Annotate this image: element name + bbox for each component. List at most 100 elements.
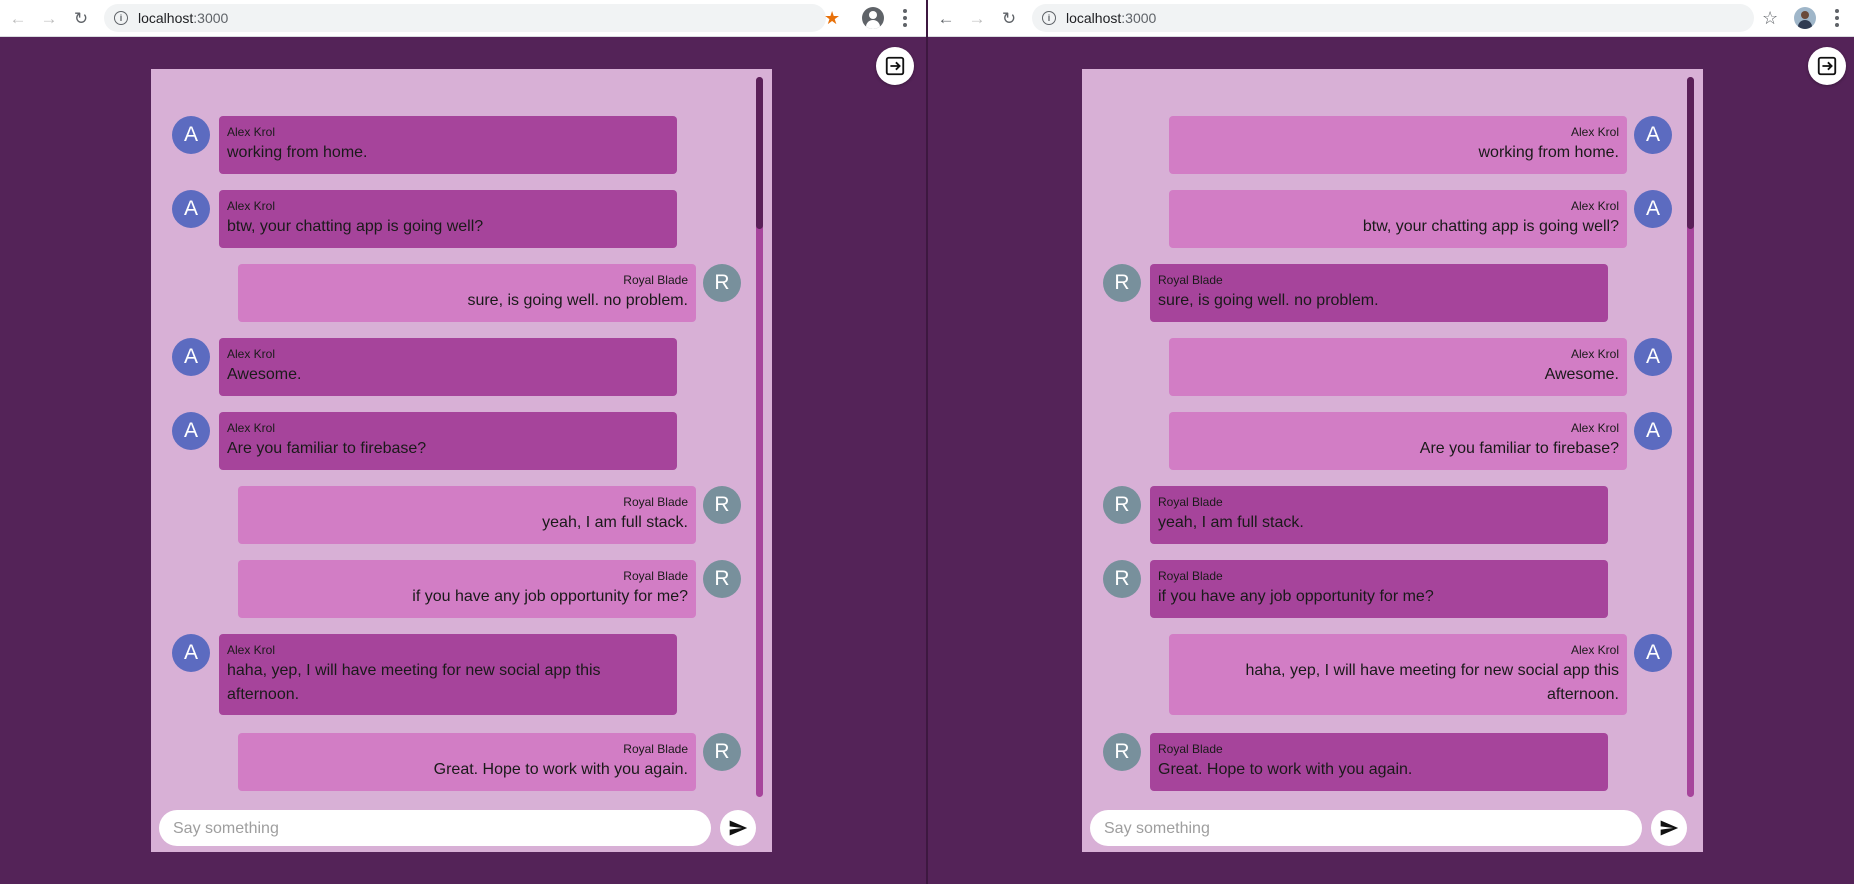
bookmark-star-icon[interactable]: ☆	[1762, 6, 1778, 30]
message-row: R Royal Blade yeah, I am full stack.	[151, 486, 751, 544]
send-button[interactable]	[1651, 810, 1687, 846]
message-text: yeah, I am full stack.	[1158, 514, 1304, 531]
message-bubble: Royal Blade sure, is going well. no probl…	[238, 264, 696, 322]
address-bar[interactable]: i localhost:3000	[104, 4, 826, 32]
message-sender: Alex Krol	[227, 421, 276, 435]
message-row: A Alex Krol working from home.	[1082, 116, 1682, 174]
message-text: btw, your chatting app is going well?	[1362, 218, 1619, 235]
message-text: haha, yep, I will have meeting for new s…	[1245, 662, 1619, 703]
user-avatar: R	[703, 486, 741, 524]
scrollbar-thumb[interactable]	[1687, 77, 1694, 229]
message-row: R Royal Blade yeah, I am full stack.	[1082, 486, 1682, 544]
profile-avatar-icon[interactable]	[862, 7, 884, 29]
user-avatar: R	[703, 733, 741, 771]
user-avatar: R	[703, 264, 741, 302]
message-text: Awesome.	[227, 366, 302, 383]
send-button[interactable]	[720, 810, 756, 846]
message-bubble: Alex Krol Awesome.	[1169, 338, 1627, 396]
back-arrow-icon[interactable]: ←	[6, 6, 30, 30]
message-text: Awesome.	[1544, 366, 1619, 383]
message-scrollbar[interactable]	[1687, 77, 1694, 797]
message-sender: Royal Blade	[1158, 495, 1223, 509]
user-avatar: A	[1634, 116, 1672, 154]
message-row: R Royal Blade if you have any job opportun…	[151, 560, 751, 618]
logout-button[interactable]	[1808, 47, 1846, 85]
logout-button[interactable]	[876, 47, 914, 85]
user-avatar: R	[703, 560, 741, 598]
exit-icon	[1817, 56, 1837, 76]
profile-avatar-icon[interactable]	[1794, 7, 1816, 29]
message-bubble: Alex Krol Are you familiar to firebase?	[219, 412, 677, 470]
message-bubble: Royal Blade Great. Hope to work with you …	[238, 733, 696, 791]
message-text: Great. Hope to work with you again.	[433, 761, 688, 778]
user-avatar: A	[1634, 190, 1672, 228]
message-sender: Royal Blade	[623, 495, 688, 509]
message-sender: Royal Blade	[1158, 273, 1223, 287]
reload-icon[interactable]: ↻	[69, 6, 93, 30]
bookmark-star-icon[interactable]: ★	[824, 6, 840, 30]
message-input[interactable]	[171, 810, 705, 848]
message-sender: Royal Blade	[623, 569, 688, 583]
message-sender: Alex Krol	[1570, 347, 1619, 361]
scrollbar-thumb[interactable]	[756, 77, 763, 229]
url-host: localhost	[1066, 10, 1122, 26]
forward-arrow-icon[interactable]: →	[37, 6, 61, 30]
message-input-wrapper	[159, 810, 711, 848]
send-icon	[729, 820, 748, 836]
message-text: working from home.	[227, 144, 368, 161]
message-text: if you have any job opportunity for me?	[412, 588, 688, 605]
message-text: sure, is going well. no problem.	[467, 292, 688, 309]
message-row: A Alex Krol haha, yep, I will have meeting…	[151, 634, 751, 715]
url-port: :3000	[1121, 10, 1157, 26]
message-bubble: Royal Blade Great. Hope to work with you …	[1150, 733, 1608, 791]
message-text: btw, your chatting app is going well?	[227, 218, 484, 235]
url-host: localhost	[138, 10, 194, 26]
user-avatar: A	[172, 412, 210, 450]
message-list[interactable]: RWhat are you doing now?AAlex Krolworkin…	[151, 69, 751, 799]
message-text: haha, yep, I will have meeting for new s…	[227, 662, 601, 703]
browser-toolbar: ← → ↻ i localhost:3000 ★	[0, 0, 926, 37]
message-input[interactable]	[1102, 810, 1636, 848]
user-avatar: R	[1103, 486, 1141, 524]
message-sender: Royal Blade	[623, 273, 688, 287]
message-bubble: Alex Krol working from home.	[219, 116, 677, 174]
message-list[interactable]: RWhat are you doing now?AAlex Krolworkin…	[1082, 69, 1682, 799]
message-sender: Alex Krol	[227, 347, 276, 361]
message-sender: Alex Krol	[1570, 421, 1619, 435]
message-bubble: Royal Blade if you have any job opportuni…	[238, 560, 696, 618]
message-bubble: Royal Blade yeah, I am full stack.	[1150, 486, 1608, 544]
message-scrollbar[interactable]	[756, 77, 763, 797]
message-sender: Alex Krol	[1570, 125, 1619, 139]
message-sender: Alex Krol	[1570, 643, 1619, 657]
message-row: A Alex Krol btw, your chatting app is goin…	[151, 190, 751, 248]
user-avatar: R	[1103, 733, 1141, 771]
message-bubble: Alex Krol Awesome.	[219, 338, 677, 396]
message-bubble: Alex Krol btw, your chatting app is going…	[219, 190, 677, 248]
message-bubble: Alex Krol haha, yep, I will have meeting …	[219, 634, 677, 715]
back-arrow-icon[interactable]: ←	[934, 6, 958, 30]
message-bubble: Alex Krol btw, your chatting app is going…	[1169, 190, 1627, 248]
browser-menu-icon[interactable]	[898, 6, 912, 30]
message-text: Are you familiar to firebase?	[1419, 440, 1619, 457]
address-bar[interactable]: i localhost:3000	[1032, 4, 1754, 32]
message-row: A Alex Krol Awesome.	[1082, 338, 1682, 396]
message-text: Great. Hope to work with you again.	[1158, 761, 1413, 778]
site-info-icon[interactable]: i	[114, 11, 128, 25]
user-avatar: R	[1103, 560, 1141, 598]
message-sender: Alex Krol	[227, 199, 276, 213]
message-bubble: Royal Blade if you have any job opportuni…	[1150, 560, 1608, 618]
user-avatar: A	[1634, 338, 1672, 376]
url-port: :3000	[193, 10, 229, 26]
message-input-wrapper	[1090, 810, 1642, 848]
message-row: R Royal Blade sure, is going well. no prob…	[1082, 264, 1682, 322]
site-info-icon[interactable]: i	[1042, 11, 1056, 25]
browser-menu-icon[interactable]	[1830, 6, 1844, 30]
message-bubble: Alex Krol working from home.	[1169, 116, 1627, 174]
user-avatar: A	[172, 338, 210, 376]
user-avatar: A	[1634, 634, 1672, 672]
message-text: if you have any job opportunity for me?	[1158, 588, 1434, 605]
forward-arrow-icon[interactable]: →	[965, 6, 989, 30]
user-avatar: A	[172, 634, 210, 672]
message-row: R Royal Blade Great. Hope to work with you…	[151, 733, 751, 791]
reload-icon[interactable]: ↻	[997, 6, 1021, 30]
